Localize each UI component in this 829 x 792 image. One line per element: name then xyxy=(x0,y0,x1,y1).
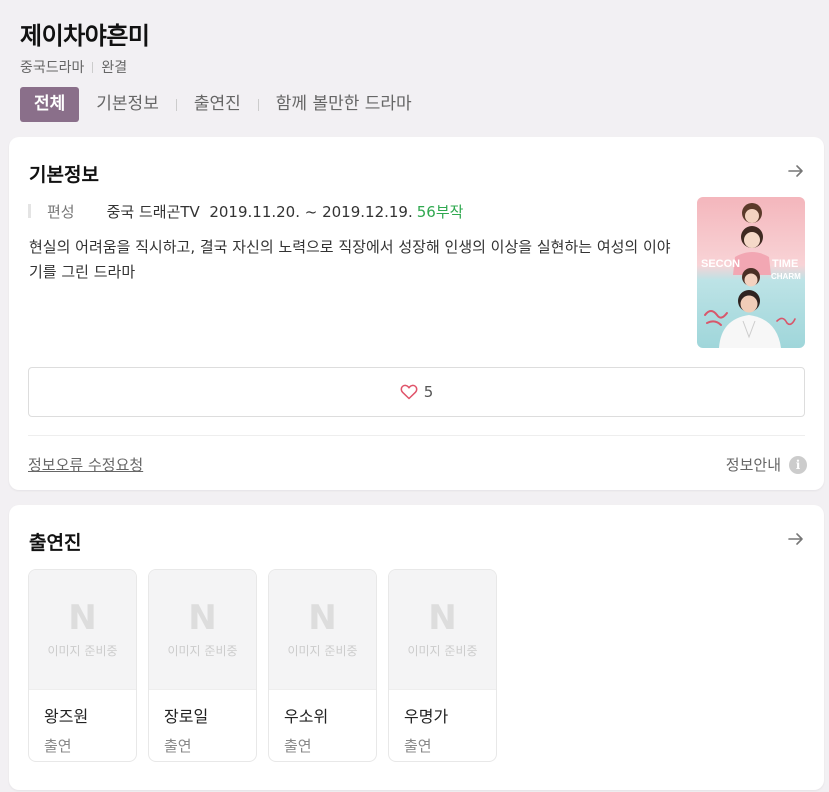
like-count: 5 xyxy=(423,383,434,401)
naver-logo-icon: N xyxy=(308,598,337,638)
cast-name: 장로일 xyxy=(164,707,209,726)
info-guide-button[interactable]: 정보안내 i xyxy=(726,454,807,475)
section-title: 기본정보 xyxy=(29,164,99,186)
broadcast-row: 편성 중국 드래곤TV 2019.11.20. ~ 2019.12.19. 56… xyxy=(28,201,463,221)
cast-item[interactable]: N 이미지 준비중 장로일 출연 xyxy=(148,569,257,762)
report-error-link[interactable]: 정보오류 수정요청 xyxy=(28,454,143,475)
section-title: 출연진 xyxy=(29,532,82,554)
row-marker xyxy=(28,204,31,218)
cast-list: N 이미지 준비중 왕즈원 출연 N 이미지 준비중 장로일 출연 N 이미지 … xyxy=(28,569,508,762)
poster-title-left: SECON xyxy=(701,258,740,270)
arrow-right-icon[interactable] xyxy=(786,529,806,549)
cast-placeholder-image: N 이미지 준비중 xyxy=(29,570,136,690)
cast-role: 출연 xyxy=(164,737,192,755)
info-icon: i xyxy=(789,455,807,474)
broadcast-value: 중국 드래곤TV 2019.11.20. ~ 2019.12.19. xyxy=(106,202,413,221)
heart-icon xyxy=(400,384,418,400)
cast-role: 출연 xyxy=(284,737,312,755)
arrow-right-icon[interactable] xyxy=(786,161,806,181)
placeholder-text: 이미지 준비중 xyxy=(407,644,478,658)
placeholder-text: 이미지 준비중 xyxy=(47,644,118,658)
naver-logo-icon: N xyxy=(188,598,217,638)
cast-placeholder-image: N 이미지 준비중 xyxy=(149,570,256,690)
tab-divider xyxy=(175,98,177,111)
broadcast-label: 편성 xyxy=(47,202,75,221)
cast-item[interactable]: N 이미지 준비중 우명가 출연 xyxy=(388,569,497,762)
naver-logo-icon: N xyxy=(68,598,97,638)
header: 제이차야흔미 중국드라마 완결 xyxy=(20,20,809,76)
naver-logo-icon: N xyxy=(428,598,457,638)
cast-card: 출연진 N 이미지 준비중 왕즈원 출연 N 이미지 준비중 장로일 출연 N … xyxy=(9,505,824,790)
episode-count: 56부작 xyxy=(416,202,464,221)
cast-item[interactable]: N 이미지 준비중 왕즈원 출연 xyxy=(28,569,137,762)
poster-image[interactable]: SECON TIME CHARM xyxy=(697,197,805,348)
divider xyxy=(28,435,805,436)
category-text: 중국드라마 xyxy=(20,60,85,76)
cast-placeholder-image: N 이미지 준비중 xyxy=(269,570,376,690)
tab-bar: 전체 기본정보 출연진 함께 볼만한 드라마 xyxy=(20,87,417,122)
cast-placeholder-image: N 이미지 준비중 xyxy=(389,570,496,690)
tab-recommended[interactable]: 함께 볼만한 드라마 xyxy=(271,87,417,122)
tab-cast[interactable]: 출연진 xyxy=(189,87,246,122)
meta-row: 중국드라마 완결 xyxy=(20,58,809,76)
like-button[interactable]: 5 xyxy=(28,367,805,417)
cast-name: 왕즈원 xyxy=(44,707,89,726)
basic-info-card: 기본정보 편성 중국 드래곤TV 2019.11.20. ~ 2019.12.1… xyxy=(9,137,824,490)
status-text: 완결 xyxy=(101,60,128,76)
tab-divider xyxy=(257,98,259,111)
placeholder-text: 이미지 준비중 xyxy=(287,644,358,658)
poster-subtitle: CHARM xyxy=(771,272,801,281)
cast-name: 우소위 xyxy=(284,707,329,726)
cast-item[interactable]: N 이미지 준비중 우소위 출연 xyxy=(268,569,377,762)
placeholder-text: 이미지 준비중 xyxy=(167,644,238,658)
poster-art: SECON TIME CHARM xyxy=(697,197,805,348)
tab-basic-info[interactable]: 기본정보 xyxy=(91,87,164,122)
meta-divider xyxy=(92,61,94,73)
cast-name: 우명가 xyxy=(404,707,449,726)
info-guide-label: 정보안내 xyxy=(725,456,781,474)
description: 현실의 어려움을 직시하고, 결국 자신의 노력으로 직장에서 성장해 인생의 … xyxy=(29,238,671,281)
page-title: 제이차야흔미 xyxy=(20,22,150,50)
cast-role: 출연 xyxy=(44,737,72,755)
poster-title-right: TIME xyxy=(772,258,798,270)
cast-role: 출연 xyxy=(404,737,432,755)
tab-all[interactable]: 전체 xyxy=(20,87,80,122)
